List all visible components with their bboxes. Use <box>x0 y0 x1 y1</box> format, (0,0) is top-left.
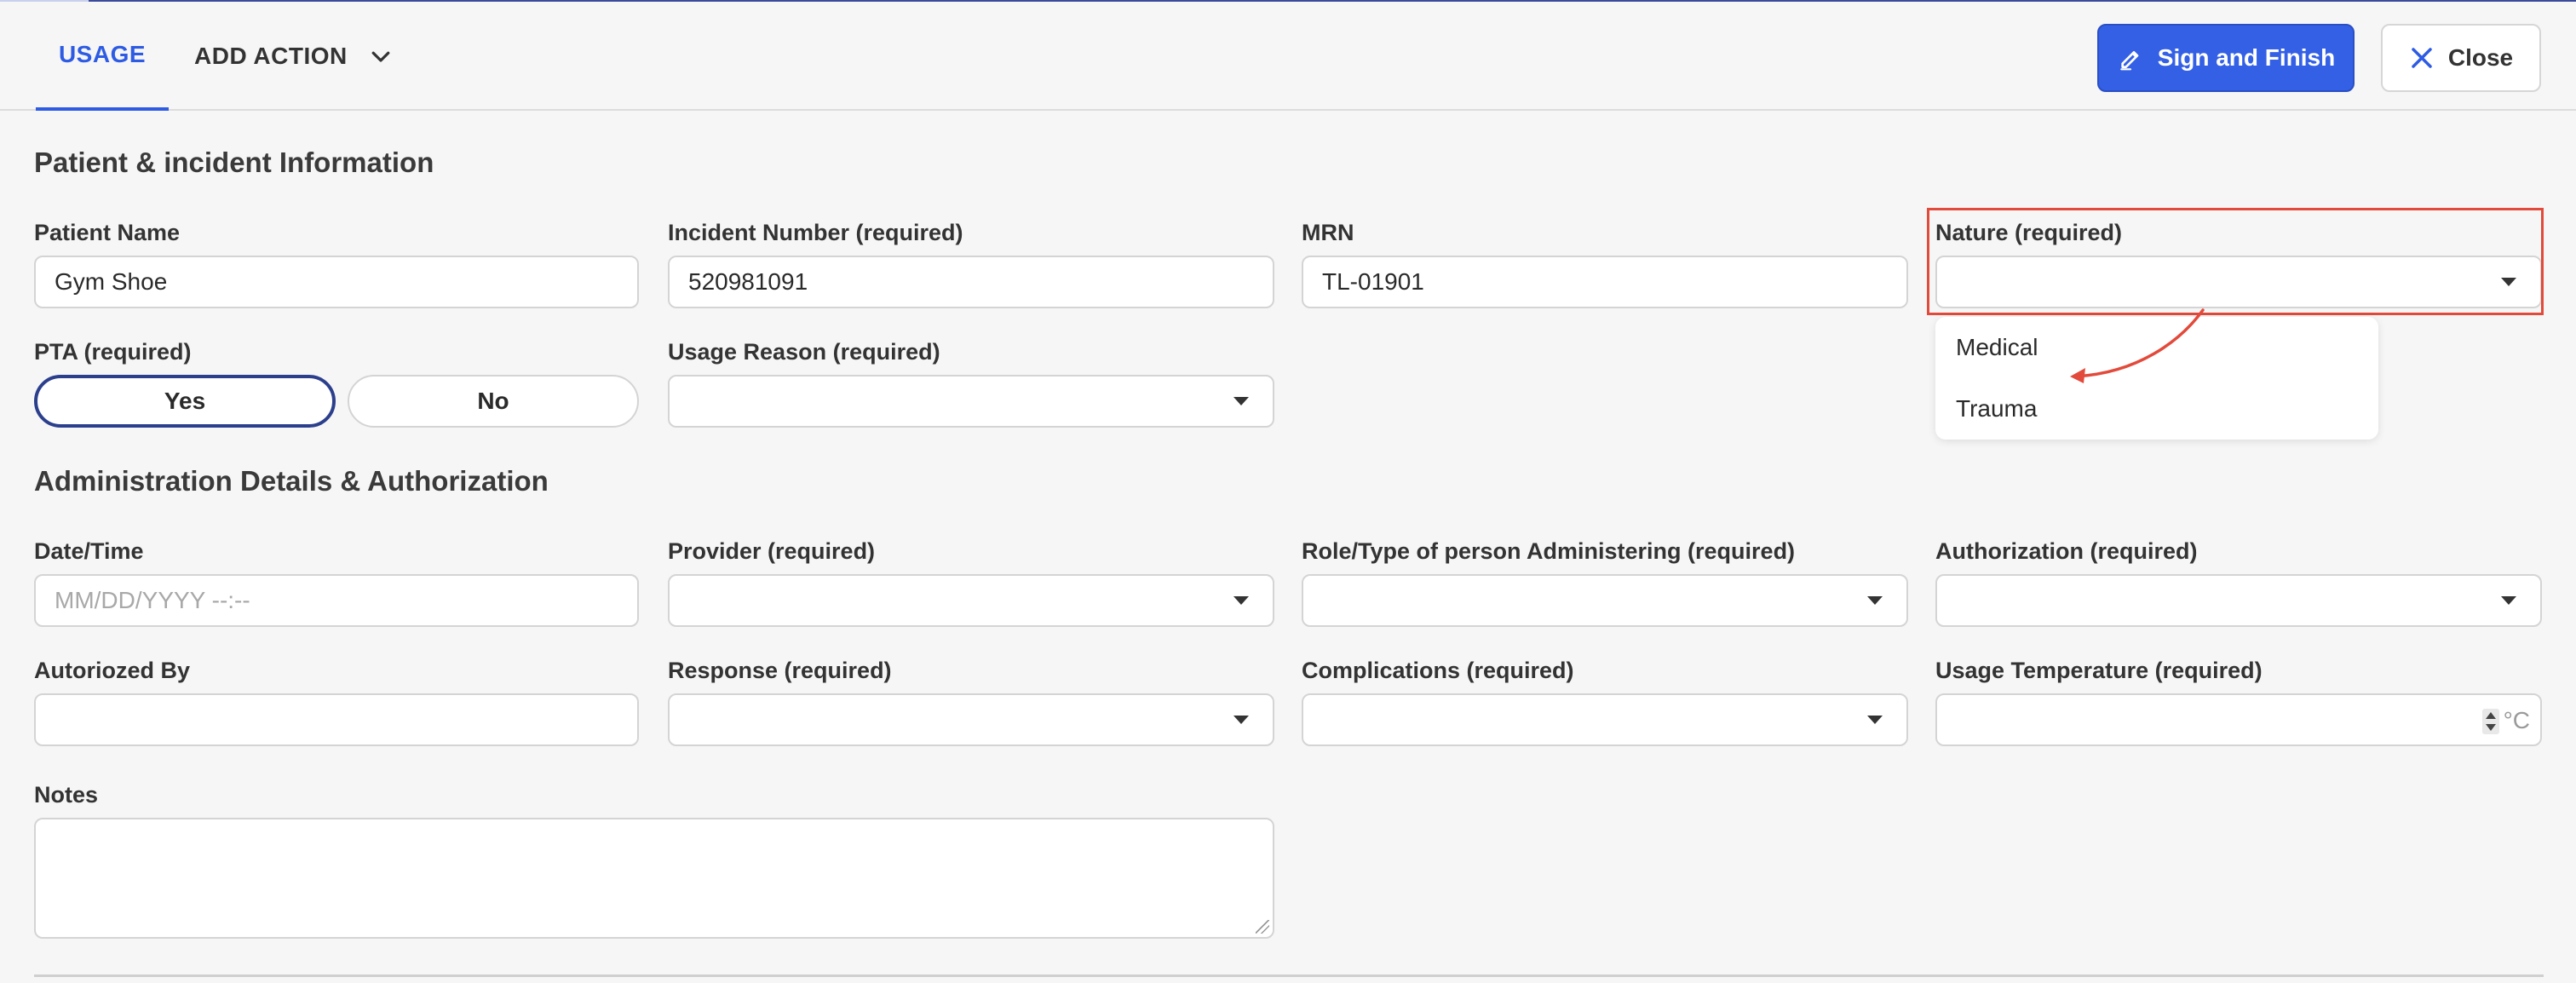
patient-name-input[interactable]: Gym Shoe <box>34 256 639 308</box>
role-select[interactable] <box>1302 574 1908 627</box>
header-bar: USAGE ADD ACTION Sign and Finish Close <box>0 2 2576 111</box>
temperature-input[interactable]: °C <box>1935 693 2542 746</box>
close-label: Close <box>2447 44 2514 71</box>
provider-select[interactable] <box>668 574 1274 627</box>
tab-add-action[interactable]: ADD ACTION <box>194 2 394 111</box>
number-stepper-icon[interactable] <box>2482 709 2499 734</box>
nature-option-trauma[interactable]: Trauma <box>1956 395 2037 423</box>
mrn-input[interactable]: TL-01901 <box>1302 256 1908 308</box>
notes-textarea[interactable] <box>34 818 1274 939</box>
complications-label: Complications (required) <box>1302 658 1574 683</box>
usage-reason-select[interactable] <box>668 375 1274 428</box>
caret-down-icon <box>1233 596 1249 605</box>
authorization-label: Authorization (required) <box>1935 538 2198 564</box>
datetime-placeholder: MM/DD/YYYY --:-- <box>55 587 250 613</box>
incident-number-label: Incident Number (required) <box>668 220 963 245</box>
pta-no-label: No <box>477 388 509 414</box>
incident-number-input[interactable]: 520981091 <box>668 256 1274 308</box>
authorized-by-label: Autoriozed By <box>34 658 191 683</box>
patient-name-value: Gym Shoe <box>55 268 168 295</box>
datetime-input[interactable]: MM/DD/YYYY --:-- <box>34 574 639 627</box>
authorized-by-input[interactable] <box>34 693 639 746</box>
patient-name-label: Patient Name <box>34 220 181 245</box>
response-select[interactable] <box>668 693 1274 746</box>
notes-label: Notes <box>34 782 99 808</box>
response-label: Response (required) <box>668 658 892 683</box>
nature-highlight-box <box>1927 208 2544 315</box>
sign-and-finish-button[interactable]: Sign and Finish <box>2097 24 2355 92</box>
incident-number-value: 520981091 <box>688 268 808 295</box>
tab-add-action-label: ADD ACTION <box>194 43 348 69</box>
pta-yes-toggle[interactable]: Yes <box>34 375 336 428</box>
sign-and-finish-label: Sign and Finish <box>2157 44 2336 71</box>
authorization-select[interactable] <box>1935 574 2542 627</box>
close-icon <box>2412 48 2432 68</box>
temperature-label: Usage Temperature (required) <box>1935 658 2263 683</box>
datetime-label: Date/Time <box>34 538 144 564</box>
provider-label: Provider (required) <box>668 538 876 564</box>
chevron-down-icon <box>371 51 390 62</box>
bottom-divider <box>34 974 2544 977</box>
nature-option-medical[interactable]: Medical <box>1956 334 2038 361</box>
usage-reason-label: Usage Reason (required) <box>668 339 940 365</box>
section-title-administration: Administration Details & Authorization <box>34 465 549 497</box>
mrn-value: TL-01901 <box>1322 268 1424 295</box>
pta-yes-label: Yes <box>164 388 206 414</box>
pta-label: PTA (required) <box>34 339 192 365</box>
caret-down-icon <box>1867 716 1883 724</box>
resize-grip-icon[interactable] <box>1256 920 1269 934</box>
tab-usage-label: USAGE <box>58 41 147 67</box>
section-title-patient: Patient & incident Information <box>34 147 434 178</box>
close-button[interactable]: Close <box>2381 24 2541 92</box>
temperature-unit: °C <box>2503 707 2530 733</box>
caret-down-icon <box>1867 596 1883 605</box>
pta-no-toggle[interactable]: No <box>348 375 639 428</box>
complications-select[interactable] <box>1302 693 1908 746</box>
tab-usage[interactable]: USAGE <box>36 2 169 111</box>
caret-down-icon <box>1233 716 1249 724</box>
pen-icon <box>2120 50 2139 71</box>
role-label: Role/Type of person Administering (requi… <box>1302 538 1796 564</box>
mrn-label: MRN <box>1302 220 1354 245</box>
caret-down-icon <box>1233 397 1249 405</box>
caret-down-icon <box>2501 596 2516 605</box>
annotation-arrow-icon <box>2070 308 2205 383</box>
